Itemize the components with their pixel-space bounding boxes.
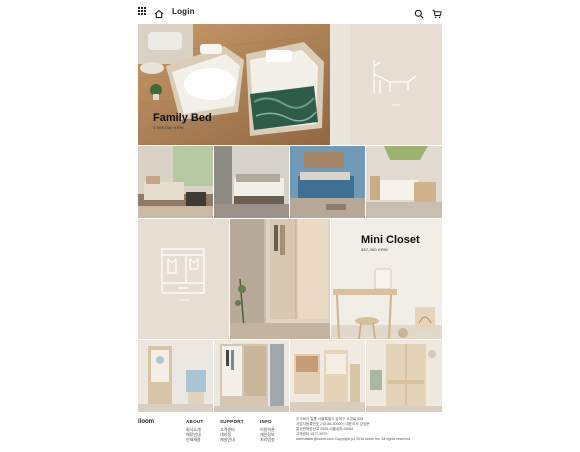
footer-company-info: 주식회사 일룸 서울특별시 송파구 오금로 555 사업자등록번호 215-86… <box>296 417 442 442</box>
photo-bedroom-2[interactable] <box>214 146 289 218</box>
site-footer: iloom ABOUT 회사소개 매장안내 인재채용 SUPPORT 고객센터 … <box>138 412 442 452</box>
home-icon[interactable] <box>154 6 164 19</box>
footer-section-title: ABOUT <box>186 419 204 424</box>
bed-line-icon <box>373 60 417 94</box>
closets-caption: Closets <box>176 297 191 302</box>
photo-closet-4[interactable] <box>366 340 442 412</box>
beds-caption: Beds <box>391 102 401 107</box>
feature-price: 387,000 KRW <box>361 247 389 252</box>
top-navigation: Login <box>138 6 442 20</box>
cart-icon[interactable] <box>432 6 442 19</box>
hero-price: 1,005,000 KRW <box>153 125 184 130</box>
photo-bedroom-1[interactable] <box>138 146 213 218</box>
footer-copyright: webmaster@iloom.com Copyright (c) 2016 i… <box>296 437 411 441</box>
closet-line-icon <box>161 248 205 294</box>
feature-title: Mini Closet <box>361 234 420 246</box>
footer-link[interactable]: 인재채용 <box>186 437 204 442</box>
footer-brand-logo[interactable]: iloom <box>138 419 154 425</box>
photo-closet-1[interactable] <box>138 340 213 412</box>
footer-link[interactable]: 개설안내 <box>220 437 244 442</box>
category-beds-tile[interactable]: Beds <box>350 24 442 145</box>
search-icon[interactable] <box>414 6 424 19</box>
photo-closet-3[interactable] <box>290 340 365 412</box>
hero-title: Family Bed <box>153 112 212 124</box>
footer-section-support: SUPPORT 고객센터 대리점 개설안내 <box>220 419 244 442</box>
footer-section-title: INFO <box>260 419 272 424</box>
photo-bedroom-3[interactable] <box>290 146 365 218</box>
photo-closet-2[interactable] <box>214 340 289 412</box>
footer-link[interactable]: 처리방침 <box>260 437 275 442</box>
category-closets-tile[interactable]: Closets <box>138 219 229 339</box>
footer-section-info: INFO 이용약관 개인정보 처리방침 <box>260 419 275 442</box>
feature-mini-closet-tile[interactable]: Mini Closet 387,000 KRW <box>331 219 442 339</box>
photo-bedroom-4[interactable] <box>366 146 442 218</box>
hero-family-bed-tile[interactable]: Family Bed 1,005,000 KRW <box>138 24 350 145</box>
login-link[interactable]: Login <box>172 7 195 16</box>
footer-section-title: SUPPORT <box>220 419 244 424</box>
footer-section-about: ABOUT 회사소개 매장안내 인재채용 <box>186 419 204 442</box>
photo-closet-room[interactable] <box>230 219 330 339</box>
grid-menu-icon[interactable] <box>138 7 146 15</box>
